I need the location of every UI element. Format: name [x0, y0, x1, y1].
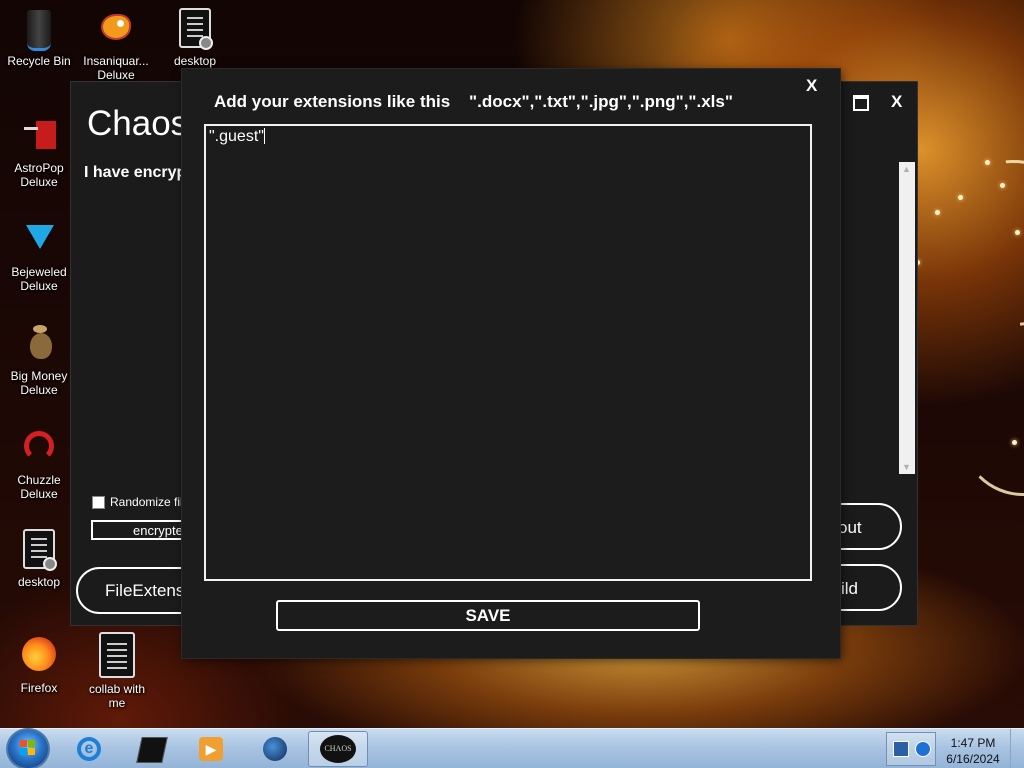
extensions-textarea[interactable]: ".guest" [204, 124, 812, 581]
chaos-logo-icon: CHAOS [320, 735, 356, 763]
ransom-message: I have encryp [84, 164, 187, 181]
desktop-icon-label: Firefox [20, 681, 58, 695]
desktop-icon-label: desktop [173, 54, 217, 68]
media-player-icon: ▶ [199, 737, 223, 761]
taskbar-app-dark[interactable] [126, 731, 176, 767]
extensions-dialog: Add your extensions like this ".docx",".… [182, 69, 840, 658]
taskbar-media-player[interactable]: ▶ [186, 731, 236, 767]
wallpaper-sparkle [1012, 440, 1017, 445]
taskbar-chaos[interactable]: CHAOS [308, 731, 368, 767]
desktop-icon-chuzzle[interactable]: Chuzzle Deluxe [1, 427, 77, 501]
save-button[interactable]: SAVE [276, 600, 700, 631]
clock[interactable]: 1:47 PM 6/16/2024 [940, 735, 1006, 767]
main-close-button[interactable]: X [891, 92, 902, 112]
desktop-background: Recycle Bin Insaniquar... Deluxe desktop… [0, 0, 1024, 768]
document-settings-icon [18, 529, 60, 571]
chuzzle-icon [18, 427, 60, 469]
system-tray[interactable] [886, 732, 936, 766]
dark-app-icon [136, 737, 168, 763]
fish-icon [95, 8, 137, 50]
document-settings-icon [174, 8, 216, 50]
desktop-icon-label: Big Money Deluxe [10, 369, 68, 397]
taskbar: e ▶ CHAOS 1:47 PM 6/16/2024 [0, 728, 1024, 768]
desktop-icon-label: Bejeweled Deluxe [11, 265, 67, 293]
gem-icon [18, 219, 60, 261]
wallpaper-sparkle [935, 210, 940, 215]
wallpaper-swirl [960, 370, 1024, 496]
taskbar-globe[interactable] [250, 731, 300, 767]
desktop-icon-big-money[interactable]: Big Money Deluxe [1, 323, 77, 397]
randomize-checkbox[interactable] [92, 496, 105, 509]
desktop-icon-collab[interactable]: collab with me [79, 632, 155, 710]
desktop-icon-desktop-shortcut-2[interactable]: desktop [1, 529, 77, 589]
desktop-icon-astropop[interactable]: AstroPop Deluxe [1, 115, 77, 189]
desktop-icon-desktop-shortcut[interactable]: desktop [157, 8, 233, 68]
wallpaper-sparkle [958, 195, 963, 200]
textarea-text: ".guest" [209, 128, 264, 145]
desktop-icon-label: Insaniquar... Deluxe [83, 54, 149, 82]
dialog-prompt: Add your extensions like this ".docx",".… [214, 92, 733, 111]
volume-icon[interactable] [915, 741, 931, 757]
globe-icon [263, 737, 287, 761]
scroll-down-icon[interactable]: ▼ [902, 462, 911, 472]
recycle-bin-icon [18, 8, 60, 51]
wallpaper-sparkle [1000, 183, 1005, 188]
vertical-scrollbar[interactable]: ▲ ▼ [899, 162, 915, 474]
firefox-icon [18, 635, 60, 677]
network-icon[interactable] [893, 741, 909, 757]
desktop-icon-recycle-bin[interactable]: Recycle Bin [1, 8, 77, 68]
randomize-label: Randomize file [110, 495, 190, 509]
money-bag-icon [18, 323, 60, 365]
desktop-icon-firefox[interactable]: Firefox [1, 635, 77, 695]
desktop-icon-label: Recycle Bin [7, 54, 71, 68]
show-desktop-button[interactable] [1010, 729, 1024, 768]
desktop-icon-label: collab with me [88, 682, 146, 710]
desktop-icon-label: desktop [17, 575, 61, 589]
windows-logo-icon [20, 740, 36, 756]
clock-date: 6/16/2024 [946, 752, 1000, 766]
window-title: Chaos [87, 104, 189, 143]
desktop-icon-insaniquarium[interactable]: Insaniquar... Deluxe [78, 8, 154, 82]
clock-time: 1:47 PM [950, 736, 996, 750]
taskbar-ie[interactable]: e [64, 731, 114, 767]
internet-explorer-icon: e [77, 737, 101, 761]
dialog-close-button[interactable]: X [806, 76, 817, 96]
text-caret [263, 128, 265, 144]
desktop-icon-bejeweled[interactable]: Bejeweled Deluxe [1, 219, 77, 293]
desktop-icon-label: Chuzzle Deluxe [17, 473, 61, 501]
start-button[interactable] [6, 728, 50, 768]
desktop-icon-label: AstroPop Deluxe [14, 161, 64, 189]
scroll-up-icon[interactable]: ▲ [902, 164, 911, 174]
astropop-icon [18, 115, 60, 157]
wallpaper-sparkle [985, 160, 990, 165]
wallpaper-sparkle [1015, 230, 1020, 235]
maximize-icon[interactable] [853, 95, 869, 111]
document-icon [96, 632, 138, 678]
